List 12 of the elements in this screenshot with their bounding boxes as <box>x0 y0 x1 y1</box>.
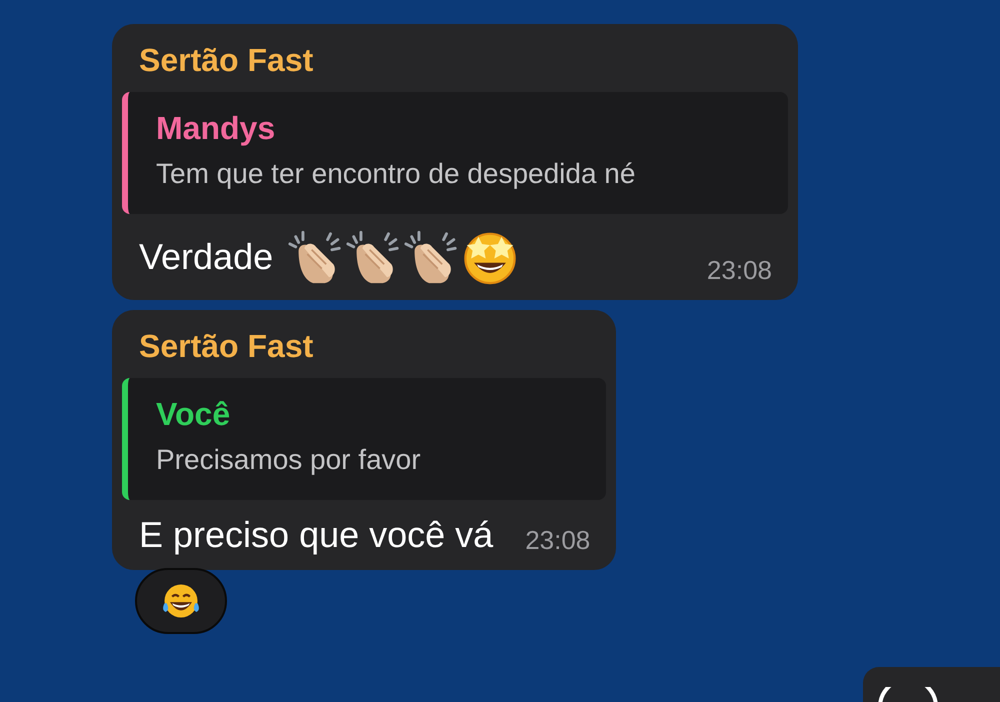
message-time: 23:08 <box>706 255 772 286</box>
quote-author: Mandys <box>156 109 276 148</box>
sender-name: Sertão Fast <box>138 41 314 80</box>
quote-author: Você <box>156 395 232 434</box>
message-text: Verdade <box>139 236 274 278</box>
quote-text: Tem que ter encontro de despedida né <box>156 157 636 191</box>
quoted-message[interactable]: Você Precisamos por favor <box>122 378 606 500</box>
message-time: 23:08 <box>524 525 590 556</box>
message-text: E preciso que você vá <box>139 514 494 556</box>
quote-text: Precisamos por favor <box>156 443 422 477</box>
quoted-message[interactable]: Mandys Tem que ter encontro de despedida né <box>122 92 788 214</box>
sender-name: Sertão Fast <box>138 327 314 366</box>
